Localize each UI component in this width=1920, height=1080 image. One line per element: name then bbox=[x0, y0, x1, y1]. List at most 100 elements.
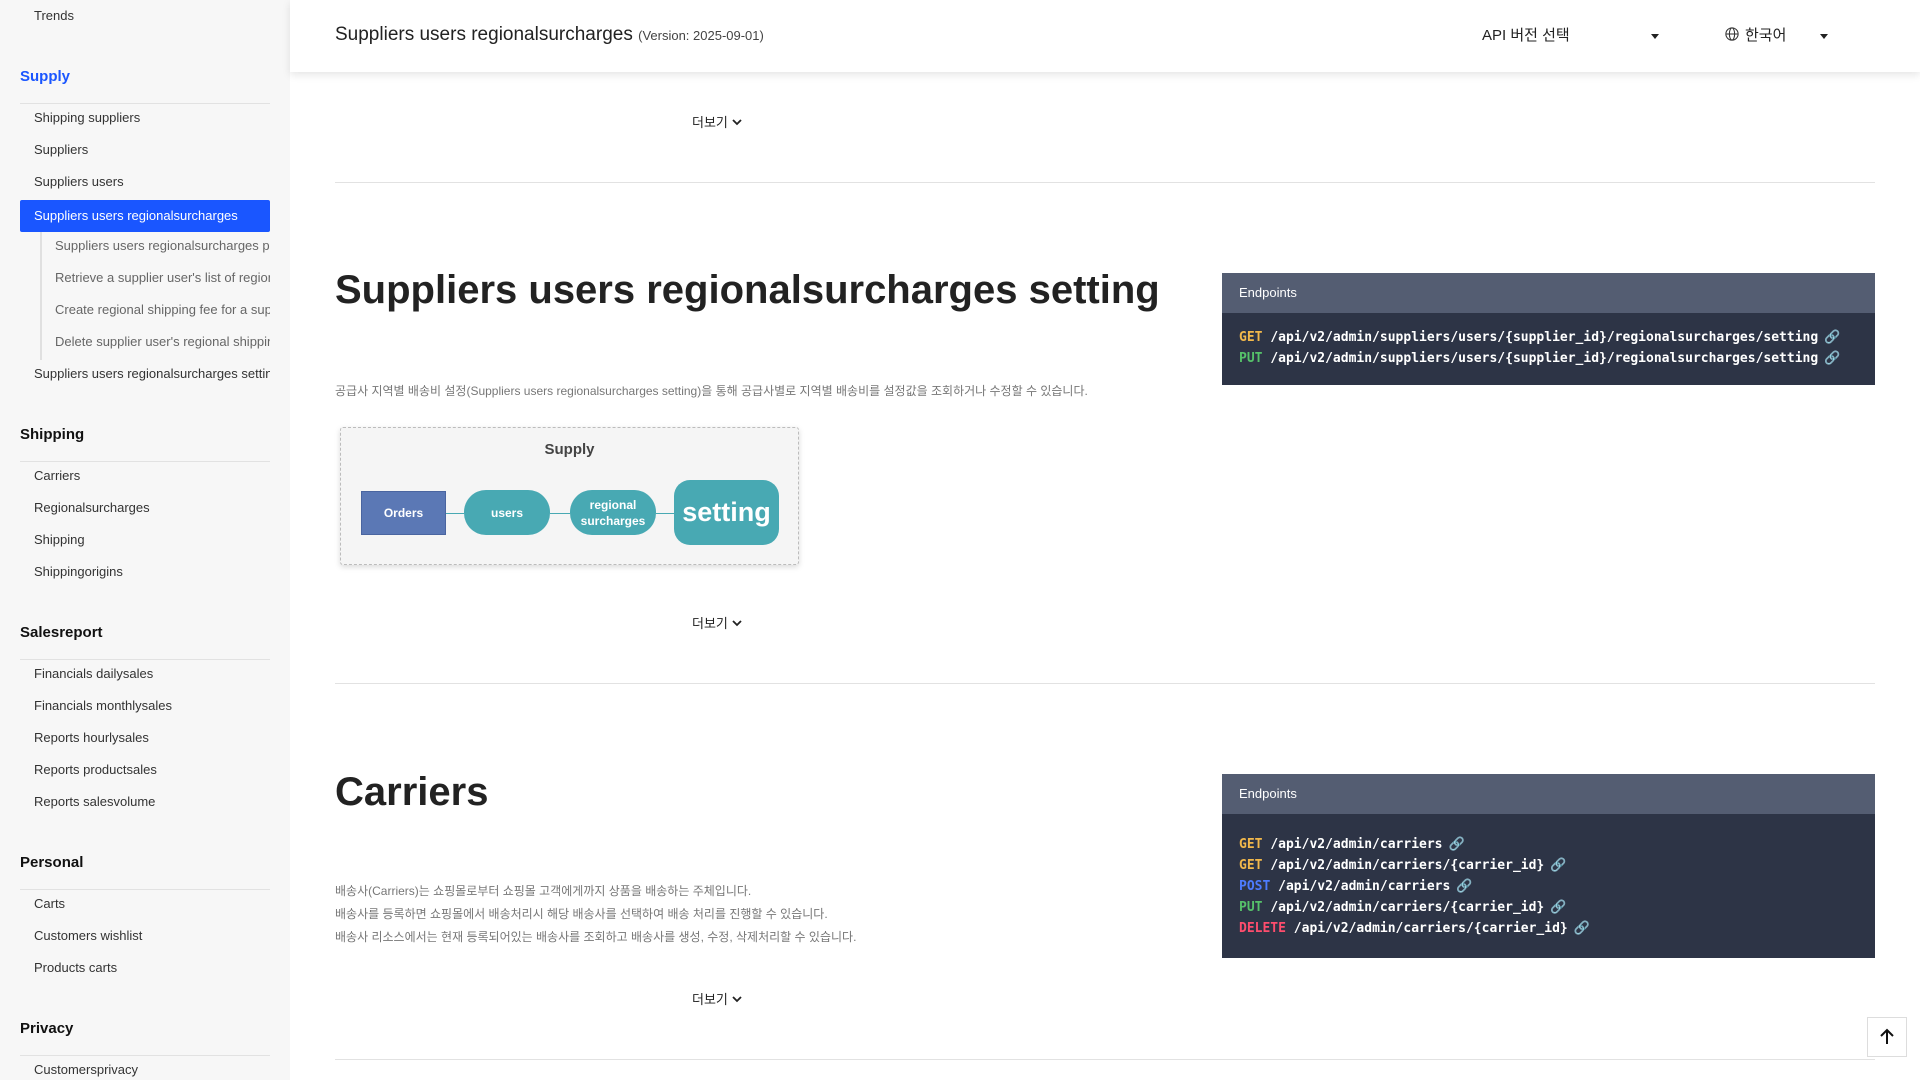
http-method: GET bbox=[1239, 858, 1263, 873]
sidebar-item-customersprivacy[interactable]: Customersprivacy bbox=[34, 1054, 270, 1080]
sidebar-group-shipping[interactable]: Shipping bbox=[20, 426, 84, 443]
resource-diagram: Supply Orders users regional surcharges … bbox=[340, 427, 799, 565]
endpoint-path: /api/v2/admin/carriers bbox=[1278, 879, 1451, 894]
diagram-title: Supply bbox=[544, 441, 595, 458]
more-button[interactable]: 더보기 bbox=[692, 989, 742, 1008]
chevron-down-icon bbox=[732, 991, 742, 1006]
http-method: GET bbox=[1239, 330, 1263, 345]
diagram-edge bbox=[656, 513, 674, 514]
link-icon[interactable]: 🔗 bbox=[1550, 855, 1566, 876]
link-icon[interactable]: 🔗 bbox=[1456, 876, 1472, 897]
diagram-node-users: users bbox=[464, 490, 550, 535]
endpoint-row[interactable]: PUT /api/v2/admin/suppliers/users/{suppl… bbox=[1239, 348, 1858, 369]
diagram-edge bbox=[446, 513, 464, 514]
endpoint-path: /api/v2/admin/suppliers/users/{supplier_… bbox=[1270, 330, 1819, 345]
sidebar-group-supply[interactable]: Supply bbox=[20, 68, 70, 85]
diagram-node-setting: setting bbox=[674, 480, 779, 545]
more-label: 더보기 bbox=[692, 616, 728, 631]
sidebar-item-reports-productsales[interactable]: Reports productsales bbox=[34, 754, 270, 786]
section-description: 배송사(Carriers)는 쇼핑몰로부터 쇼핑몰 고객에게까지 상품을 배송하… bbox=[335, 880, 856, 949]
endpoint-row[interactable]: GET /api/v2/admin/carriers 🔗 bbox=[1239, 834, 1858, 855]
sidebar-item-suppliers-users[interactable]: Suppliers users bbox=[34, 166, 270, 198]
sidebar-item-financials-monthlysales[interactable]: Financials monthlysales bbox=[34, 690, 270, 722]
sidebar: Trends Supply Shipping suppliers Supplie… bbox=[0, 0, 290, 1080]
chevron-down-icon bbox=[732, 114, 742, 129]
section-description: 공급사 지역별 배송비 설정(Suppliers users regionals… bbox=[335, 380, 1088, 403]
sidebar-item-financials-dailysales[interactable]: Financials dailysales bbox=[34, 658, 270, 690]
endpoint-path: /api/v2/admin/carriers/{carrier_id} bbox=[1293, 921, 1568, 936]
sidebar-subitem-create[interactable]: Create regional shipping fee for a suppl… bbox=[55, 294, 270, 326]
sidebar-item-suppliers-users-regionalsurcharges[interactable]: Suppliers users regionalsurcharges bbox=[20, 200, 270, 232]
endpoint-row[interactable]: DELETE /api/v2/admin/carriers/{carrier_i… bbox=[1239, 918, 1858, 939]
endpoints-list: GET /api/v2/admin/suppliers/users/{suppl… bbox=[1222, 313, 1875, 385]
http-method: PUT bbox=[1239, 900, 1263, 915]
endpoint-row[interactable]: PUT /api/v2/admin/carriers/{carrier_id} 🔗 bbox=[1239, 897, 1858, 918]
api-version-label: (Version: 2025-09-01) bbox=[638, 28, 764, 43]
api-version-select[interactable]: API 버전 선택 bbox=[1482, 24, 1570, 45]
chevron-down-icon bbox=[732, 615, 742, 630]
endpoints-panel: Endpoints GET /api/v2/admin/carriers 🔗 GE… bbox=[1222, 774, 1875, 958]
sidebar-item-carriers[interactable]: Carriers bbox=[34, 460, 270, 492]
endpoints-panel: Endpoints GET /api/v2/admin/suppliers/us… bbox=[1222, 273, 1875, 385]
diagram-node-regional-surcharges: regional surcharges bbox=[570, 490, 656, 535]
more-button[interactable]: 더보기 bbox=[692, 112, 742, 131]
sidebar-item-products-carts[interactable]: Products carts bbox=[34, 952, 270, 984]
description-line: 배송사 리소스에서는 현재 등록되어있는 배송사를 조회하고 배송사를 생성, … bbox=[335, 930, 857, 944]
link-icon[interactable]: 🔗 bbox=[1449, 834, 1465, 855]
section-title: Suppliers users regionalsurcharges setti… bbox=[335, 268, 1160, 312]
link-icon[interactable]: 🔗 bbox=[1824, 348, 1840, 369]
sidebar-subitem-delete[interactable]: Delete supplier user's regional shipping… bbox=[55, 326, 270, 358]
description-line: 배송사를 등록하면 쇼핑몰에서 배송처리시 해당 배송사를 선택하여 배송 처리… bbox=[335, 907, 828, 921]
sidebar-item-regionalsurcharges-setting[interactable]: Suppliers users regionalsurcharges setti… bbox=[34, 358, 270, 390]
sidebar-group-personal[interactable]: Personal bbox=[20, 854, 83, 871]
endpoint-row[interactable]: POST /api/v2/admin/carriers 🔗 bbox=[1239, 876, 1858, 897]
endpoint-row[interactable]: GET /api/v2/admin/carriers/{carrier_id} 🔗 bbox=[1239, 855, 1858, 876]
endpoints-title: Endpoints bbox=[1222, 273, 1875, 313]
sidebar-item-shipping-suppliers[interactable]: Shipping suppliers bbox=[34, 102, 270, 134]
sidebar-subtree-line bbox=[40, 232, 42, 360]
diagram-node-orders: Orders bbox=[361, 491, 446, 535]
diagram-edge bbox=[550, 513, 570, 514]
endpoint-path: /api/v2/admin/carriers/{carrier_id} bbox=[1270, 858, 1545, 873]
page-title-text: Suppliers users regionalsurcharges bbox=[335, 24, 633, 45]
section-divider bbox=[335, 182, 1875, 183]
link-icon[interactable]: 🔗 bbox=[1550, 897, 1566, 918]
section-title: Carriers bbox=[335, 770, 489, 814]
more-button[interactable]: 더보기 bbox=[692, 613, 742, 632]
more-label: 더보기 bbox=[692, 115, 728, 130]
language-select[interactable]: 한국어 bbox=[1745, 24, 1786, 45]
endpoints-list: GET /api/v2/admin/carriers 🔗 GET /api/v2/… bbox=[1222, 814, 1875, 958]
http-method: PUT bbox=[1239, 351, 1263, 366]
chevron-down-icon[interactable] bbox=[1651, 34, 1659, 39]
scroll-to-top-button[interactable] bbox=[1867, 1017, 1907, 1057]
endpoint-path: /api/v2/admin/carriers/{carrier_id} bbox=[1270, 900, 1545, 915]
sidebar-group-privacy[interactable]: Privacy bbox=[20, 1020, 73, 1037]
http-method: GET bbox=[1239, 837, 1263, 852]
globe-icon bbox=[1725, 27, 1739, 41]
sidebar-item-reports-salesvolume[interactable]: Reports salesvolume bbox=[34, 786, 270, 818]
sidebar-item-shippingorigins[interactable]: Shippingorigins bbox=[34, 556, 270, 588]
sidebar-item-shipping[interactable]: Shipping bbox=[34, 524, 270, 556]
sidebar-subitem-retrieve[interactable]: Retrieve a supplier user's list of regio… bbox=[55, 262, 270, 294]
description-line: 공급사 지역별 배송비 설정(Suppliers users regionals… bbox=[335, 384, 1088, 398]
sidebar-group-salesreport[interactable]: Salesreport bbox=[20, 624, 103, 641]
endpoint-row[interactable]: GET /api/v2/admin/suppliers/users/{suppl… bbox=[1239, 327, 1858, 348]
sidebar-item-reports-hourlysales[interactable]: Reports hourlysales bbox=[34, 722, 270, 754]
page-title: Suppliers users regionalsurcharges (Vers… bbox=[335, 24, 764, 46]
http-method: POST bbox=[1239, 879, 1271, 894]
sidebar-item-trends[interactable]: Trends bbox=[34, 0, 270, 32]
link-icon[interactable]: 🔗 bbox=[1824, 327, 1840, 348]
endpoints-title: Endpoints bbox=[1222, 774, 1875, 814]
description-line: 배송사(Carriers)는 쇼핑몰로부터 쇼핑몰 고객에게까지 상품을 배송하… bbox=[335, 884, 752, 898]
link-icon[interactable]: 🔗 bbox=[1574, 918, 1590, 939]
sidebar-item-customers-wishlist[interactable]: Customers wishlist bbox=[34, 920, 270, 952]
section-divider bbox=[335, 683, 1875, 684]
section-divider bbox=[335, 1059, 1875, 1060]
sidebar-subitem-properties[interactable]: Suppliers users regionalsurcharges prope… bbox=[55, 230, 270, 262]
arrow-up-icon bbox=[1880, 1028, 1894, 1044]
chevron-down-icon[interactable] bbox=[1820, 34, 1828, 39]
sidebar-item-suppliers[interactable]: Suppliers bbox=[34, 134, 270, 166]
sidebar-item-carts[interactable]: Carts bbox=[34, 888, 270, 920]
sidebar-item-regionalsurcharges[interactable]: Regionalsurcharges bbox=[34, 492, 270, 524]
endpoint-path: /api/v2/admin/carriers bbox=[1270, 837, 1443, 852]
